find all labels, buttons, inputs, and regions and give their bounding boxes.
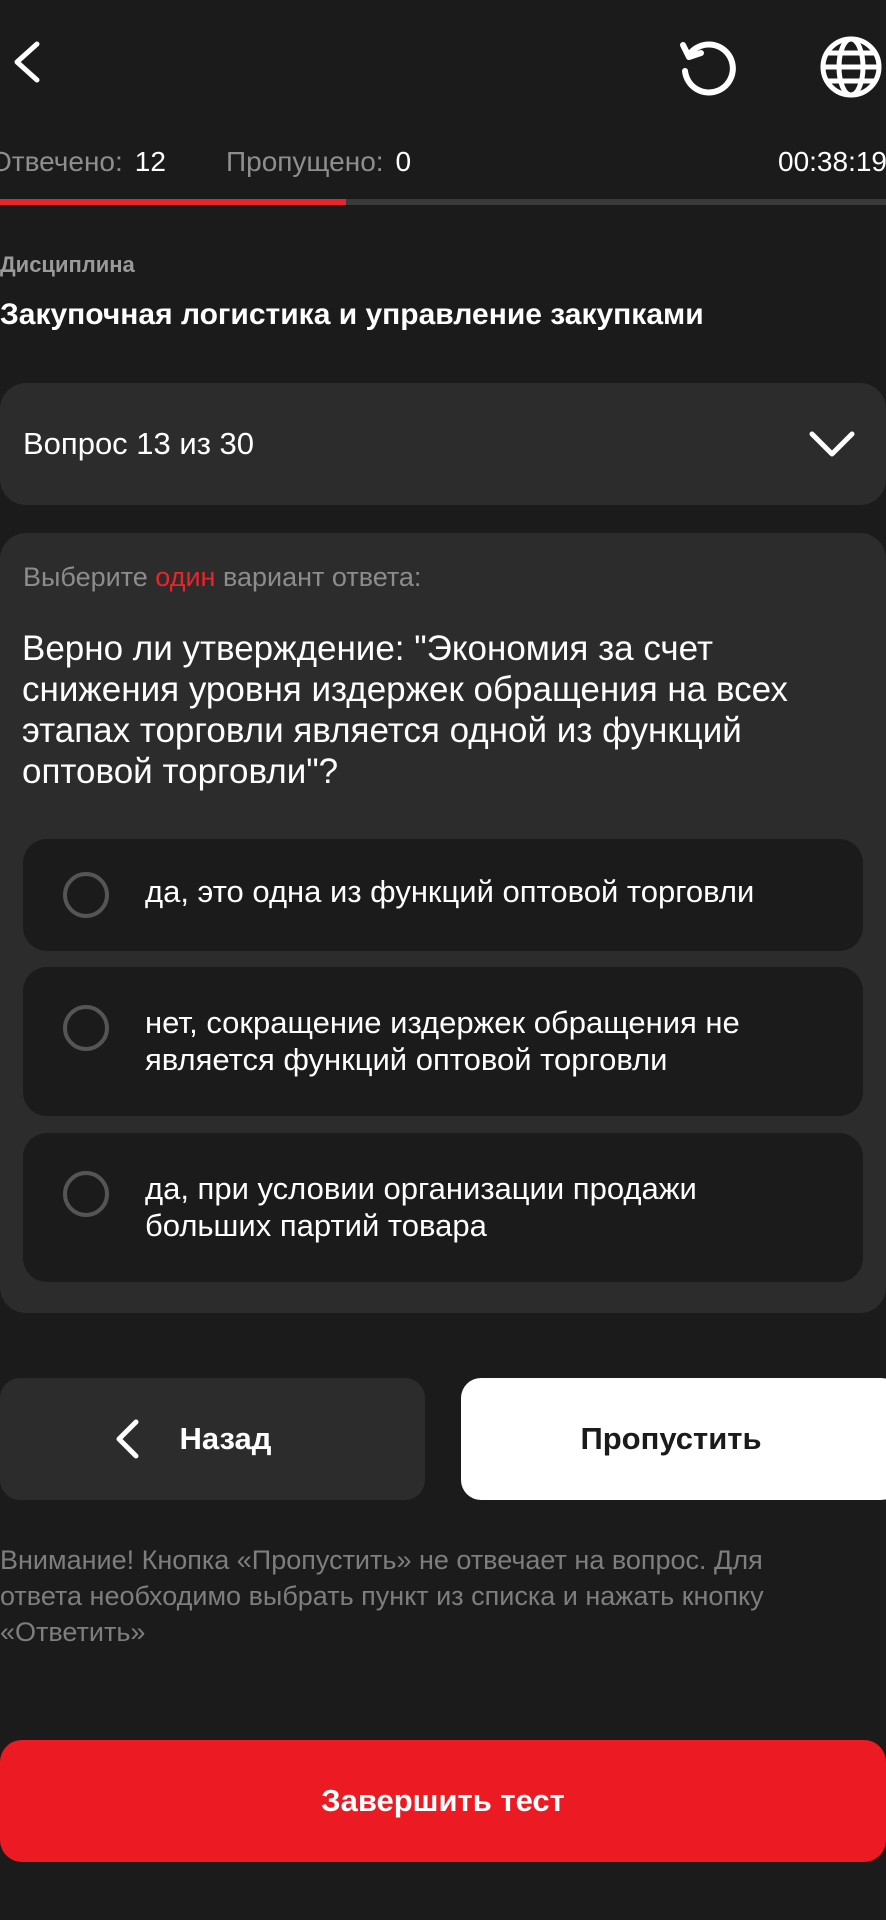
radio-button[interactable] bbox=[63, 1005, 109, 1051]
hint-accent: один bbox=[155, 562, 216, 592]
back-button[interactable] bbox=[0, 30, 50, 94]
finish-label: Завершить тест bbox=[321, 1783, 565, 1818]
option-label: да, это одна из функций оптовой торговли bbox=[145, 874, 755, 909]
answer-option[interactable]: да, при условии организации продажи боль… bbox=[23, 1133, 863, 1282]
chevron-left-icon bbox=[116, 1419, 139, 1459]
option-label: нет, сокращение издержек обращения не яв… bbox=[145, 1005, 740, 1077]
answered-label: Отвечено: bbox=[0, 146, 123, 177]
skip-label: Пропустить bbox=[580, 1421, 762, 1456]
progress-fill bbox=[0, 199, 346, 205]
question-selector[interactable]: Вопрос 13 из 30 bbox=[0, 383, 886, 505]
option-label: да, при условии организации продажи боль… bbox=[145, 1171, 697, 1243]
progress-bar bbox=[0, 199, 886, 205]
language-button[interactable] bbox=[818, 32, 886, 102]
chevron-down-icon bbox=[809, 431, 855, 457]
answer-option[interactable]: нет, сокращение издержек обращения не яв… bbox=[23, 967, 863, 1116]
timer: 00:38:19 bbox=[778, 146, 886, 177]
discipline-title: Закупочная логистика и управление закупк… bbox=[0, 298, 704, 331]
finish-test-button[interactable]: Завершить тест bbox=[0, 1740, 886, 1862]
skip-notice: Внимание! Кнопка «Пропустить» не отвечае… bbox=[0, 1545, 764, 1647]
skipped-stat: Пропущено: 0 bbox=[226, 146, 411, 178]
answer-hint: Выберите один вариант ответа: bbox=[23, 562, 422, 592]
skip-button[interactable]: Пропустить bbox=[461, 1378, 886, 1500]
refresh-icon bbox=[680, 41, 736, 96]
question-text: Верно ли утверждение: "Экономия за счет … bbox=[22, 629, 788, 791]
answered-stat: Отвечено: 12 bbox=[0, 146, 166, 178]
back-label: Назад bbox=[179, 1421, 272, 1456]
skipped-label: Пропущено: bbox=[226, 146, 384, 177]
answered-count: 12 bbox=[134, 146, 166, 177]
skipped-count: 0 bbox=[395, 146, 412, 177]
radio-button[interactable] bbox=[63, 872, 109, 918]
discipline-label: Дисциплина bbox=[0, 252, 135, 277]
globe-icon bbox=[820, 36, 882, 98]
reset-button[interactable] bbox=[672, 32, 742, 102]
question-number: Вопрос 13 из 30 bbox=[23, 426, 255, 461]
radio-button[interactable] bbox=[63, 1171, 109, 1217]
answer-option[interactable]: да, это одна из функций оптовой торговли bbox=[23, 839, 863, 951]
chevron-left-icon bbox=[14, 41, 40, 83]
back-nav-button[interactable]: Назад bbox=[0, 1378, 425, 1500]
